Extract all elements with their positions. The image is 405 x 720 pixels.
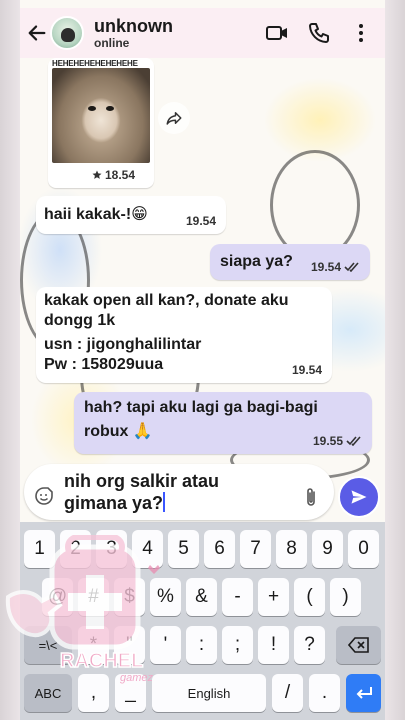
- message-bubble-outgoing[interactable]: hah? tapi aku lagi ga bagi-bagi robux 🙏 …: [74, 392, 372, 454]
- key-0[interactable]: 0: [348, 530, 379, 568]
- read-ticks-icon: [346, 436, 361, 446]
- message-time: 19.54: [291, 363, 322, 377]
- input-line: nih org salkir atau: [64, 471, 220, 491]
- message-bubble-incoming[interactable]: kakak open all kan?, donate aku dongg 1k…: [36, 287, 332, 383]
- key-7[interactable]: 7: [240, 530, 271, 568]
- watermark-sticker: RACHEL gamez: [5, 535, 160, 684]
- cat-photo[interactable]: [52, 68, 150, 163]
- message-text-line: Pw : 158029uua: [44, 356, 164, 373]
- key-symbol[interactable]: (: [294, 578, 325, 616]
- message-text-line: usn : jigonghalilintar: [44, 336, 202, 353]
- key-6[interactable]: 6: [204, 530, 235, 568]
- phone-call-icon[interactable]: [307, 21, 331, 45]
- key-symbol[interactable]: ?: [294, 626, 325, 664]
- image-message[interactable]: HEHEHEHEHEHEHEHE 18.54: [48, 58, 154, 188]
- message-text-line: hah? tapi aku lagi ga bagi-bagi: [84, 399, 318, 416]
- sticker-sub-text: gamez: [120, 672, 154, 684]
- message-time-label: 19.54: [310, 260, 341, 274]
- message-time: 19.55: [313, 434, 362, 448]
- video-call-icon[interactable]: [265, 21, 289, 45]
- message-text-line: robux 🙏: [84, 423, 153, 440]
- screen: unknown online HEHEHEHEHEHEHEHE 18.54 ha…: [0, 0, 405, 720]
- emoji-icon[interactable]: [34, 486, 54, 506]
- star-icon: [92, 170, 102, 179]
- input-line: gimana ya?: [64, 493, 164, 513]
- forward-button[interactable]: [158, 102, 190, 134]
- message-bubble-incoming[interactable]: haii kakak-!😁 19.54: [36, 196, 226, 234]
- key-symbol[interactable]: !: [258, 626, 289, 664]
- text-caret: [163, 492, 166, 512]
- slash-key[interactable]: /: [272, 674, 303, 712]
- enter-icon: [356, 687, 372, 699]
- key-symbol[interactable]: -: [222, 578, 253, 616]
- key-symbol[interactable]: &: [186, 578, 217, 616]
- key-symbol[interactable]: ): [330, 578, 361, 616]
- message-time: 18.54: [92, 168, 135, 182]
- read-ticks-icon: [344, 262, 359, 272]
- more-options-icon[interactable]: [349, 21, 373, 45]
- key-5[interactable]: 5: [168, 530, 199, 568]
- key-9[interactable]: 9: [312, 530, 343, 568]
- frame-edge-right: [383, 0, 405, 720]
- message-text: haii kakak-!😁: [44, 206, 148, 223]
- attach-icon[interactable]: [302, 486, 320, 508]
- send-icon: [351, 490, 367, 504]
- backspace-key[interactable]: [336, 626, 381, 664]
- contact-status: online: [94, 36, 130, 50]
- message-time-label: 19.55: [312, 434, 343, 448]
- key-8[interactable]: 8: [276, 530, 307, 568]
- key-symbol[interactable]: +: [258, 578, 289, 616]
- message-input[interactable]: nih org salkir atau gimana ya?: [64, 470, 284, 514]
- image-caption: HEHEHEHEHEHEHEHE: [52, 59, 138, 68]
- message-time: 19.54: [185, 214, 216, 228]
- back-arrow-icon[interactable]: [26, 22, 48, 44]
- backspace-icon: [347, 637, 369, 653]
- key-symbol[interactable]: :: [186, 626, 217, 664]
- chat-header: unknown online: [20, 8, 385, 58]
- period-key[interactable]: .: [309, 674, 340, 712]
- message-text-line: kakak open all kan?, donate aku: [44, 292, 289, 309]
- message-composer[interactable]: nih org salkir atau gimana ya?: [24, 464, 334, 520]
- avatar[interactable]: [50, 16, 84, 50]
- contact-name: unknown: [94, 16, 173, 36]
- message-time: 19.54: [311, 260, 360, 274]
- sticker-brand-text: RACHEL: [60, 650, 143, 672]
- send-button[interactable]: [338, 476, 380, 518]
- enter-key[interactable]: [346, 674, 381, 712]
- contact-title[interactable]: unknown online: [94, 16, 265, 50]
- input-line-wrap: gimana ya?: [64, 492, 284, 514]
- key-symbol[interactable]: ;: [222, 626, 253, 664]
- forward-icon: [166, 112, 182, 125]
- message-text: siapa ya?: [220, 253, 293, 270]
- message-text-line: dongg 1k: [44, 312, 116, 329]
- message-bubble-outgoing[interactable]: siapa ya? 19.54: [210, 244, 370, 280]
- image-time-label: 18.54: [105, 168, 136, 182]
